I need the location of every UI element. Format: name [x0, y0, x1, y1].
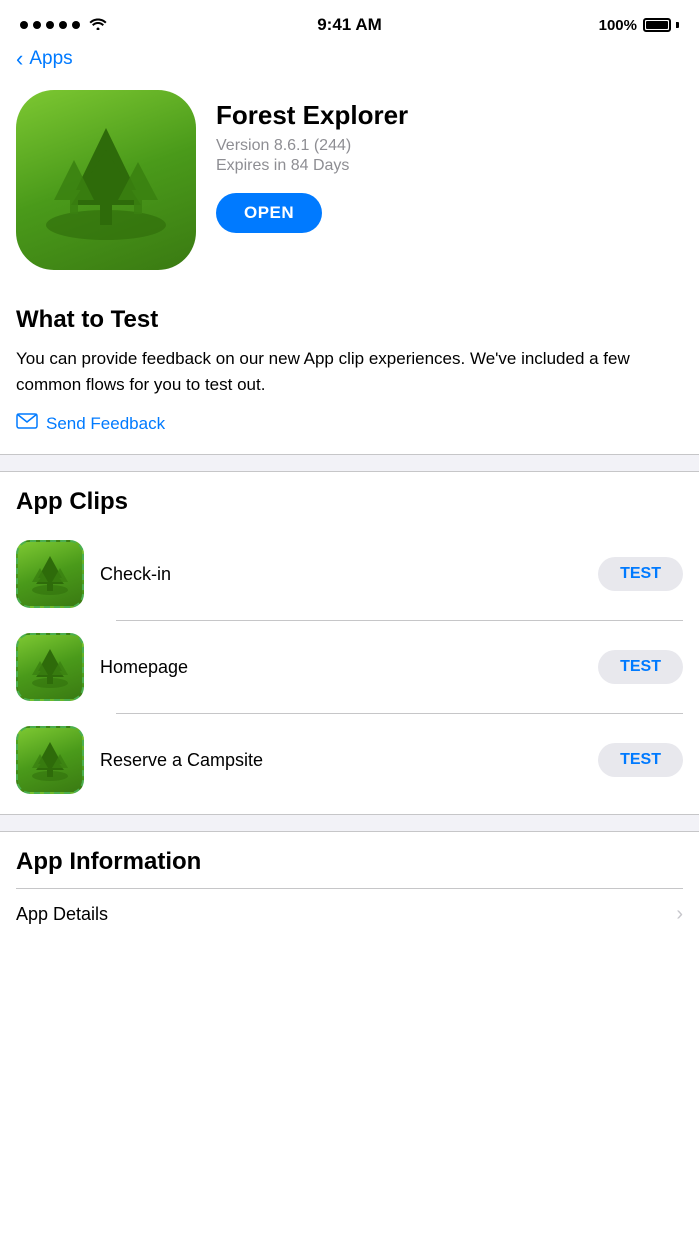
test-button-checkin[interactable]: TEST — [598, 557, 683, 591]
signal-dot-1 — [20, 21, 28, 29]
clip-name-homepage: Homepage — [100, 657, 582, 678]
battery-icon — [643, 18, 679, 32]
app-icon — [16, 90, 196, 270]
signal-dot-4 — [59, 21, 67, 29]
back-label: Apps — [29, 48, 72, 70]
signal-dot-5 — [72, 21, 80, 29]
send-feedback-label: Send Feedback — [46, 414, 165, 434]
app-version: Version 8.6.1 (244) — [216, 137, 683, 155]
status-time: 9:41 AM — [317, 15, 382, 35]
what-to-test-description: You can provide feedback on our new App … — [16, 346, 683, 397]
app-details-chevron-icon: › — [676, 903, 683, 926]
app-expires: Expires in 84 Days — [216, 157, 683, 175]
app-icon-wrapper — [16, 90, 196, 270]
clip-icon-checkin — [16, 540, 84, 608]
app-clips-title: App Clips — [16, 488, 683, 516]
clip-list: Check-in TEST Homepage TEST — [16, 528, 683, 806]
send-feedback-link[interactable]: Send Feedback — [16, 413, 683, 434]
app-clips-section: App Clips Check-in TEST — [0, 472, 699, 814]
app-name: Forest Explorer — [216, 100, 683, 131]
clip-icon-homepage — [16, 633, 84, 701]
wifi-icon — [89, 16, 107, 35]
back-button[interactable]: ‹ Apps — [16, 48, 73, 70]
back-chevron-icon: ‹ — [16, 48, 23, 70]
clip-name-checkin: Check-in — [100, 564, 582, 585]
clip-item-homepage: Homepage TEST — [16, 621, 683, 713]
signal-dot-2 — [33, 21, 41, 29]
section-gap-1 — [0, 455, 699, 471]
status-bar: 9:41 AM 100% — [0, 0, 699, 44]
signal-dot-3 — [46, 21, 54, 29]
nav-bar: ‹ Apps — [0, 44, 699, 78]
clip-icon-campsite — [16, 726, 84, 794]
app-information-section: App Information App Details › — [0, 832, 699, 948]
email-icon — [16, 413, 38, 434]
test-button-homepage[interactable]: TEST — [598, 650, 683, 684]
info-row-app-details[interactable]: App Details › — [16, 889, 683, 940]
battery-percent: 100% — [599, 17, 637, 34]
section-gap-2 — [0, 815, 699, 831]
open-button[interactable]: OPEN — [216, 193, 322, 233]
what-to-test-section: What to Test You can provide feedback on… — [0, 290, 699, 454]
what-to-test-title: What to Test — [16, 306, 683, 334]
clip-item-checkin: Check-in TEST — [16, 528, 683, 620]
app-details-label: App Details — [16, 904, 108, 925]
app-info: Forest Explorer Version 8.6.1 (244) Expi… — [216, 90, 683, 233]
battery-area: 100% — [599, 17, 679, 34]
test-button-campsite[interactable]: TEST — [598, 743, 683, 777]
app-header: Forest Explorer Version 8.6.1 (244) Expi… — [0, 78, 699, 290]
clip-name-campsite: Reserve a Campsite — [100, 750, 582, 771]
signal-area — [20, 16, 107, 35]
clip-item-campsite: Reserve a Campsite TEST — [16, 714, 683, 806]
app-information-title: App Information — [16, 848, 683, 876]
